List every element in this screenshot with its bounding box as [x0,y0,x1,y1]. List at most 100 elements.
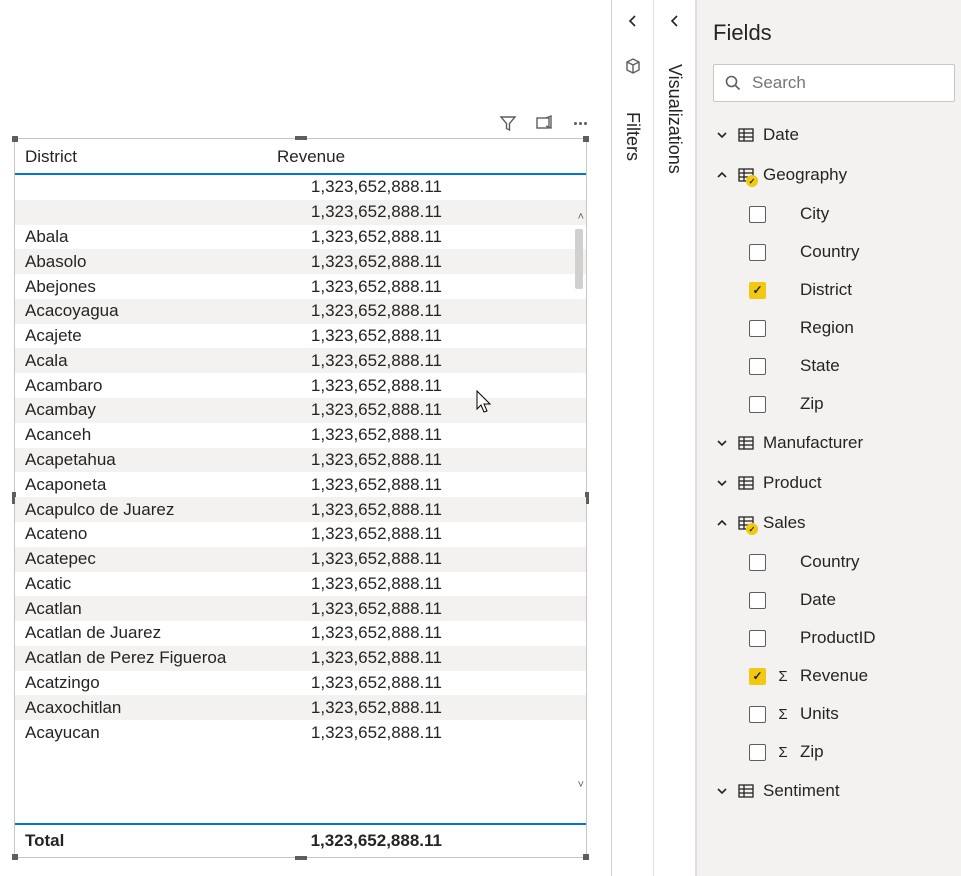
table-row[interactable]: Acacoyagua1,323,652,888.11 [15,299,586,324]
field-checkbox[interactable] [749,668,766,685]
chevron-up-icon[interactable] [715,517,729,529]
table-row[interactable]: Acanceh1,323,652,888.11 [15,423,586,448]
table-node[interactable]: Manufacturer [713,424,955,462]
cell-district: Acambay [25,400,277,420]
active-badge-icon [746,523,758,535]
field-label: Zip [800,742,824,762]
chevron-down-icon[interactable] [715,437,729,449]
cell-revenue: 1,323,652,888.11 [277,376,442,396]
fields-tree: DateGeographyΣCityΣCountryΣDistrictΣRegi… [713,116,955,810]
field-checkbox[interactable] [749,244,766,261]
field-item[interactable]: ΣCountry [713,544,955,580]
search-input[interactable] [752,73,961,93]
scrollbar-thumb[interactable] [575,229,583,289]
field-checkbox[interactable] [749,206,766,223]
table-row[interactable]: Abejones1,323,652,888.11 [15,274,586,299]
table-row[interactable]: Acatlan de Perez Figueroa1,323,652,888.1… [15,646,586,671]
field-item[interactable]: ΣCountry [713,234,955,270]
filter-icon[interactable] [499,114,517,132]
chevron-down-icon[interactable] [715,129,729,141]
table-node[interactable]: Date [713,116,955,154]
column-header-district[interactable]: District [25,147,277,167]
cell-revenue: 1,323,652,888.11 [277,177,442,197]
table-row[interactable]: Acajete1,323,652,888.11 [15,324,586,349]
table-row[interactable]: Acatzingo1,323,652,888.11 [15,671,586,696]
table-row[interactable]: Acaponeta1,323,652,888.11 [15,472,586,497]
table-row[interactable]: Acayucan1,323,652,888.11 [15,720,586,745]
table-row[interactable]: Acambaro1,323,652,888.11 [15,373,586,398]
table-body: ˄ ˅ 1,323,652,888.111,323,652,888.11Abal… [15,175,586,823]
field-checkbox[interactable] [749,554,766,571]
field-item[interactable]: ΣRevenue [713,658,955,694]
table-row[interactable]: Acatlan1,323,652,888.11 [15,596,586,621]
report-canvas[interactable]: District Revenue ˄ ˅ 1,323,652,888.11 1,3… [0,0,612,876]
field-item[interactable]: ΣDate [713,582,955,618]
focus-mode-icon[interactable] [535,114,553,132]
field-label: Country [800,242,860,262]
filters-rail-label: Filters [622,112,643,161]
field-label: Zip [800,394,824,414]
table-node[interactable]: Geography [713,156,955,194]
field-item[interactable]: ΣRegion [713,310,955,346]
field-item[interactable]: ΣCity [713,196,955,232]
chevron-down-icon[interactable] [715,477,729,489]
table-row[interactable]: Abasolo1,323,652,888.11 [15,249,586,274]
more-options-icon[interactable] [571,114,589,132]
field-checkbox[interactable] [749,592,766,609]
chevron-left-icon[interactable] [669,14,681,28]
field-checkbox[interactable] [749,282,766,299]
table-row[interactable]: Acatlan de Juarez1,323,652,888.11 [15,621,586,646]
table-row[interactable]: Acapulco de Juarez1,323,652,888.11 [15,497,586,522]
table-node[interactable]: Sentiment [713,772,955,810]
table-node[interactable]: Product [713,464,955,502]
table-row[interactable]: 1,323,652,888.11 [15,175,586,200]
field-item[interactable]: ΣState [713,348,955,384]
field-checkbox[interactable] [749,358,766,375]
table-row[interactable]: Acapetahua1,323,652,888.11 [15,448,586,473]
chevron-down-icon[interactable] [715,785,729,797]
field-item[interactable]: ΣDistrict [713,272,955,308]
table-visual-frame[interactable]: District Revenue ˄ ˅ 1,323,652,888.11 1,3… [14,138,587,858]
cell-district: Acajete [25,326,277,346]
table-visual: District Revenue ˄ ˅ 1,323,652,888.11 1,3… [15,139,586,857]
field-checkbox[interactable] [749,744,766,761]
cell-district: Acaxochitlan [25,698,277,718]
table-row[interactable]: Acatepec1,323,652,888.11 [15,547,586,572]
field-checkbox[interactable] [749,396,766,413]
table-row[interactable]: 1,323,652,888.11 [15,200,586,225]
sigma-icon: Σ [776,668,790,685]
field-item[interactable]: ΣProductID [713,620,955,656]
field-checkbox[interactable] [749,706,766,723]
cell-revenue: 1,323,652,888.11 [277,723,442,743]
table-row[interactable]: Acateno1,323,652,888.11 [15,522,586,547]
chevron-left-icon[interactable] [627,14,639,28]
cell-revenue: 1,323,652,888.11 [277,301,442,321]
total-label: Total [25,831,277,851]
field-item[interactable]: ΣUnits [713,696,955,732]
cell-revenue: 1,323,652,888.11 [277,673,442,693]
field-label: District [800,280,852,300]
table-row[interactable]: Abala1,323,652,888.11 [15,225,586,250]
scroll-up-icon[interactable]: ˄ [578,211,584,223]
table-row[interactable]: Acaxochitlan1,323,652,888.11 [15,695,586,720]
cell-district [25,202,277,222]
table-row[interactable]: Acambay1,323,652,888.11 [15,398,586,423]
field-item[interactable]: ΣZip [713,734,955,770]
filters-rail[interactable]: Filters [612,0,654,876]
table-header: District Revenue [15,139,586,175]
table-node[interactable]: Sales [713,504,955,542]
fields-search[interactable] [713,64,955,102]
field-checkbox[interactable] [749,320,766,337]
field-checkbox[interactable] [749,630,766,647]
visualizations-rail[interactable]: Visualizations [654,0,696,876]
field-item[interactable]: ΣZip [713,386,955,422]
field-label: Date [800,590,836,610]
column-header-revenue[interactable]: Revenue [277,147,576,167]
table-row[interactable]: Acala1,323,652,888.11 [15,348,586,373]
chevron-up-icon[interactable] [715,169,729,181]
scroll-down-icon[interactable]: ˅ [578,779,584,791]
field-label: Units [800,704,839,724]
table-row[interactable]: Acatic1,323,652,888.11 [15,572,586,597]
active-badge-icon [746,175,758,187]
table-label: Manufacturer [763,433,863,453]
